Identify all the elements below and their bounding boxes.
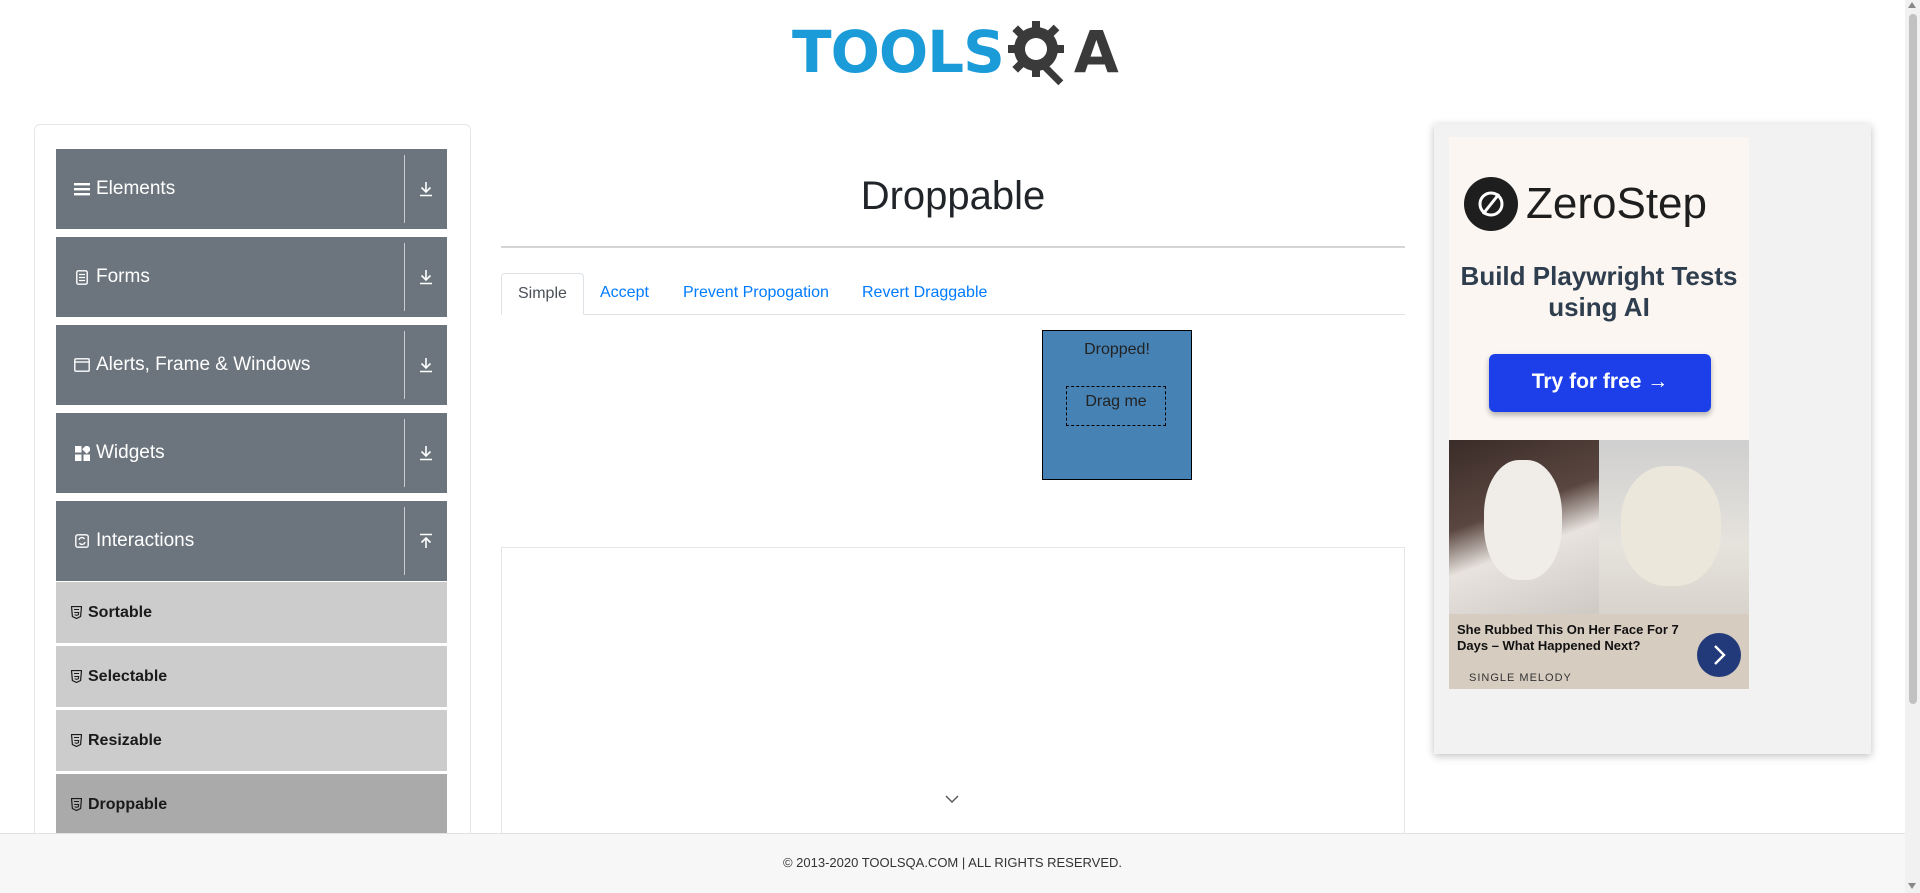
- html5-icon: [71, 670, 82, 683]
- sidebar-group-elements[interactable]: Elements: [56, 149, 447, 229]
- sidebar-item-label: Selectable: [88, 667, 168, 685]
- ad-brand: ZeroStep: [1526, 179, 1707, 228]
- toolsqa-logo[interactable]: TOOLS A: [792, 14, 1119, 90]
- mask-shape: [1621, 466, 1721, 586]
- sidebar-item-label: Sortable: [88, 603, 153, 621]
- download-icon[interactable]: [415, 325, 437, 405]
- sidebar-group-label: Elements: [96, 178, 176, 199]
- gear-magnifier-icon: [1007, 21, 1064, 86]
- chevron-down-icon[interactable]: [944, 791, 960, 809]
- document-icon: [74, 269, 90, 285]
- drop-status-text: Dropped!: [1084, 341, 1150, 358]
- divider: [404, 507, 405, 575]
- divider: [501, 246, 1405, 248]
- window-icon: [74, 357, 90, 373]
- scrollbar-thumb[interactable]: [1909, 14, 1917, 704]
- divider: [404, 331, 405, 399]
- try-for-free-button[interactable]: Try for free →: [1489, 354, 1711, 412]
- download-icon[interactable]: [415, 149, 437, 229]
- interactions-icon: [74, 533, 90, 549]
- tab-bar: Simple Accept Prevent Propogation Revert…: [501, 273, 1405, 315]
- download-icon[interactable]: [415, 237, 437, 317]
- sidebar-group-label: Interactions: [96, 530, 195, 551]
- sidebar-item-resizable[interactable]: Resizable: [56, 709, 447, 771]
- ad-tagline: Build Playwright Tests using AI: [1460, 261, 1738, 322]
- ad-source: SINGLE MELODY: [1469, 672, 1572, 684]
- tab-accept[interactable]: Accept: [584, 273, 665, 315]
- html5-icon: [71, 734, 82, 747]
- sidebar-item-sortable[interactable]: Sortable: [56, 581, 447, 643]
- sidebar-item-droppable[interactable]: Droppable: [56, 773, 447, 835]
- chevron-right-icon[interactable]: [1697, 633, 1741, 677]
- download-icon[interactable]: [415, 413, 437, 493]
- upload-icon[interactable]: [415, 501, 437, 581]
- widgets-icon: [74, 445, 90, 461]
- ad-headline: She Rubbed This On Her Face For 7 Days –…: [1457, 622, 1679, 653]
- divider: [404, 155, 405, 223]
- divider: [404, 419, 405, 487]
- html5-icon: [71, 606, 82, 619]
- sidebar-item-selectable[interactable]: Selectable: [56, 645, 447, 707]
- draggable-box[interactable]: Drag me: [1066, 386, 1166, 426]
- footer: © 2013-2020 TOOLSQA.COM | ALL RIGHTS RES…: [0, 833, 1905, 893]
- html5-icon: [71, 798, 82, 811]
- zerostep-logo: ZeroStep: [1464, 177, 1707, 231]
- sidebar-group-widgets[interactable]: Widgets: [56, 413, 447, 493]
- sidebar-group-label: Alerts, Frame & Windows: [96, 354, 311, 375]
- sidebar-item-label: Droppable: [88, 795, 168, 813]
- mask-shape: [1484, 460, 1562, 580]
- scroll-down-icon[interactable]: [1908, 883, 1916, 889]
- tab-prevent-propogation[interactable]: Prevent Propogation: [667, 273, 845, 315]
- zerostep-icon: [1464, 177, 1518, 231]
- page-title: Droppable: [860, 174, 1046, 218]
- tab-simple[interactable]: Simple: [501, 273, 584, 315]
- page-scrollbar[interactable]: [1905, 0, 1920, 893]
- ad-banner[interactable]: ZeroStep Build Playwright Tests using AI…: [1434, 124, 1871, 754]
- sidebar-item-label: Resizable: [88, 731, 162, 749]
- mask-photo: [1599, 440, 1749, 614]
- sidebar-group-interactions[interactable]: Interactions: [56, 501, 447, 581]
- sidebar-group-alerts[interactable]: Alerts, Frame & Windows: [56, 325, 447, 405]
- sidebar-group-label: Forms: [96, 266, 150, 287]
- tab-revert-draggable[interactable]: Revert Draggable: [846, 273, 1003, 315]
- droppable-target[interactable]: Dropped! Drag me: [1042, 330, 1192, 480]
- sidebar-group-forms[interactable]: Forms: [56, 237, 447, 317]
- logo-qa-text: A: [1073, 18, 1119, 86]
- scroll-up-icon[interactable]: [1908, 2, 1916, 8]
- ad-placeholder: [501, 547, 1405, 847]
- logo-tools-text: TOOLS: [792, 18, 1005, 86]
- ad-image[interactable]: [1449, 440, 1749, 614]
- divider: [404, 243, 405, 311]
- site-header: TOOLS A: [0, 0, 1905, 100]
- ad-content: ZeroStep Build Playwright Tests using AI…: [1449, 137, 1749, 689]
- mask-face-photo: [1449, 440, 1599, 614]
- ad-caption[interactable]: She Rubbed This On Her Face For 7 Days –…: [1449, 614, 1749, 689]
- hamburger-icon: [74, 181, 90, 197]
- sidebar: Elements Forms Alerts, Frame & Windows W…: [34, 124, 471, 844]
- sidebar-group-label: Widgets: [96, 442, 165, 463]
